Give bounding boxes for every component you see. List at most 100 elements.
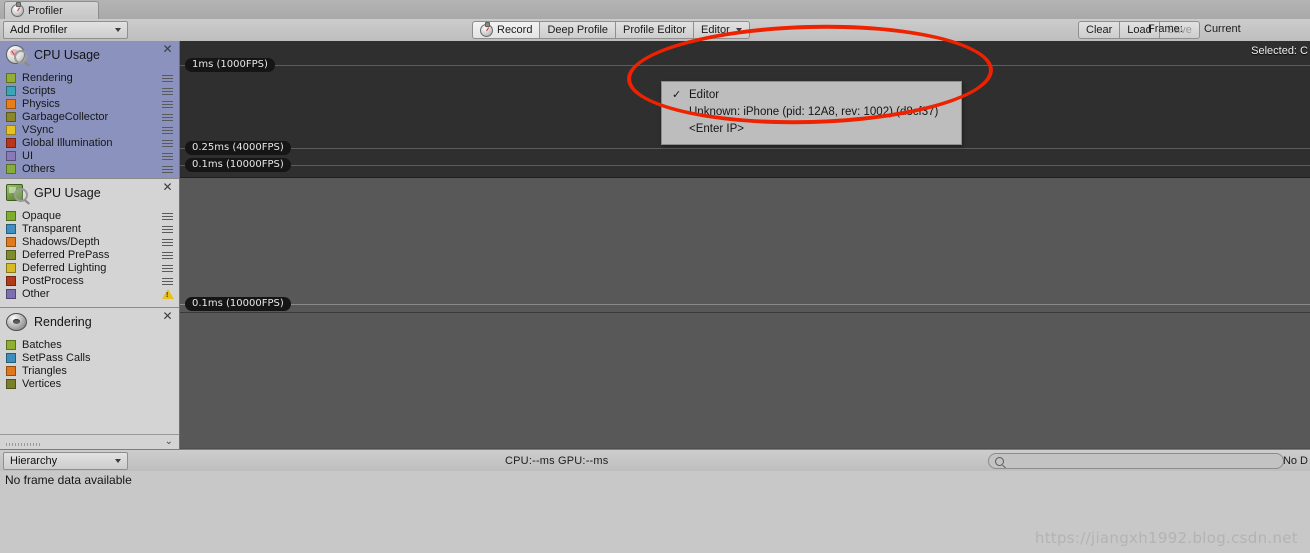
legend-label: VSync [22,123,54,136]
menu-item-editor[interactable]: ✓ Editor [662,87,961,104]
legend-swatch [6,111,16,122]
drag-handle-icon[interactable] [162,75,173,82]
module-gpu-usage[interactable]: GPU Usage ✕ Opaque Transparent Shadows/D… [0,179,179,308]
add-profiler-dropdown[interactable]: Add Profiler [3,21,128,39]
module-cpu-legend: Rendering Scripts Physics GarbageCollect… [0,69,179,180]
legend-label: Vertices [22,377,62,390]
legend-item[interactable]: SetPass Calls [0,351,179,364]
rendering-graph[interactable] [180,313,1310,448]
search-input[interactable] [988,453,1284,469]
tab-profiler-label: Profiler [28,4,63,17]
profiler-window: Profiler Add Profiler Record Deep Profil… [0,0,1310,553]
legend-item[interactable]: PostProcess [0,274,179,287]
profile-editor-button[interactable]: Profile Editor [615,21,694,39]
legend-label: UI [22,149,33,162]
legend-swatch [6,378,16,389]
module-cpu-usage[interactable]: CPU Usage ✕ Rendering Scripts Physics Ga… [0,41,179,179]
deep-profile-button[interactable]: Deep Profile [539,21,617,39]
view-mode-label: Hierarchy [10,455,58,467]
legend-label: GarbageCollector [22,110,109,123]
legend-label: Scripts [22,84,56,97]
drag-handle-icon[interactable] [162,127,173,134]
legend-item[interactable]: Transparent [0,222,179,235]
menu-item-remote-device[interactable]: Unknown: iPhone (pid: 12A8, rev: 1002) (… [662,104,961,121]
legend-label: Physics [22,97,60,110]
module-rendering[interactable]: Rendering ✕ Batches SetPass Calls Triang… [0,308,179,435]
gridline-label: 1ms (1000FPS) [185,58,275,73]
gridline-label: 0.25ms (4000FPS) [185,141,291,156]
close-icon[interactable]: ✕ [162,310,173,322]
legend-item[interactable]: GarbageCollector [0,110,179,123]
legend-item[interactable]: Global Illumination [0,136,179,149]
clear-button[interactable]: Clear [1078,21,1121,39]
drag-handle-icon[interactable] [162,153,173,160]
drag-handle-icon[interactable] [162,101,173,108]
legend-item[interactable]: Deferred Lighting [0,261,179,274]
legend-item[interactable]: Shadows/Depth [0,235,179,248]
close-icon[interactable]: ✕ [162,43,173,55]
window-tabstrip: Profiler [0,0,1310,20]
legend-item[interactable]: Batches [0,338,179,351]
drag-handle-icon[interactable] [162,166,173,173]
check-icon: ✓ [672,89,682,101]
legend-item[interactable]: Vertices [0,377,179,390]
drag-handle-icon[interactable] [162,278,173,285]
search-icon [995,456,1004,466]
chevron-down-icon [735,28,742,32]
drag-handle-icon[interactable] [162,213,173,220]
legend-item[interactable]: UI [0,149,179,162]
deep-profile-label: Deep Profile [547,24,609,36]
drag-handle-icon[interactable] [162,140,173,147]
chevron-down-icon[interactable]: ⌄ [165,436,173,447]
legend-label: Global Illumination [22,136,113,149]
view-mode-dropdown[interactable]: Hierarchy [3,452,128,470]
gpu-usage-graph[interactable]: 0.1ms (10000FPS) [180,178,1310,313]
drag-handle-icon[interactable] [162,239,173,246]
legend-item[interactable]: Others [0,162,179,175]
drag-handle-icon[interactable] [162,88,173,95]
profiler-body: CPU Usage ✕ Rendering Scripts Physics Ga… [0,41,1310,449]
legend-label: SetPass Calls [22,351,91,364]
legend-swatch [6,249,16,260]
legend-item[interactable]: Other [0,287,179,300]
record-label: Record [497,24,533,36]
record-button[interactable]: Record [472,21,541,39]
legend-item[interactable]: VSync [0,123,179,136]
module-rendering-legend: Batches SetPass Calls Triangles Vertices [0,336,179,395]
close-icon[interactable]: ✕ [162,181,173,193]
legend-swatch [6,262,16,273]
legend-item[interactable]: Deferred PrePass [0,248,179,261]
legend-label: Transparent [22,222,81,235]
module-rendering-header: Rendering ✕ [0,308,179,336]
watermark: https://jiangxh1992.blog.csdn.net [1034,529,1298,547]
record-controls-group: Record Deep Profile Profile Editor Edito… [472,21,750,39]
frame-value[interactable]: Current [1204,23,1241,35]
module-cpu-title: CPU Usage [34,48,100,62]
drag-handle-icon[interactable] [162,265,173,272]
drag-handle-icon[interactable] [162,226,173,233]
legend-item[interactable]: Scripts [0,84,179,97]
menu-item-enter-ip[interactable]: <Enter IP> [662,121,961,138]
frame-label: Frame: [1148,23,1183,35]
drag-handle-icon[interactable] [162,252,173,259]
no-details-label: No D [1282,455,1308,467]
gridline-label: 0.1ms (10000FPS) [185,296,291,311]
legend-item[interactable]: Opaque [0,209,179,222]
target-dropdown-menu[interactable]: ✓ Editor Unknown: iPhone (pid: 12A8, rev… [661,81,962,145]
legend-swatch [6,223,16,234]
target-dropdown-label: Editor [701,24,730,36]
profiler-toolbar: Add Profiler Record Deep Profile Profile… [0,19,1310,42]
legend-swatch [6,85,16,96]
cpu-selected-label: Selected: C [1251,45,1308,57]
legend-label: Shadows/Depth [22,235,100,248]
resize-grip-icon[interactable] [6,443,40,446]
legend-label: Other [22,287,50,300]
drag-handle-icon[interactable] [162,114,173,121]
chevron-down-icon [115,28,121,32]
target-dropdown-button[interactable]: Editor [693,21,750,39]
legend-item[interactable]: Rendering [0,71,179,84]
tab-profiler[interactable]: Profiler [4,1,99,19]
legend-label: Rendering [22,71,73,84]
legend-item[interactable]: Triangles [0,364,179,377]
legend-item[interactable]: Physics [0,97,179,110]
